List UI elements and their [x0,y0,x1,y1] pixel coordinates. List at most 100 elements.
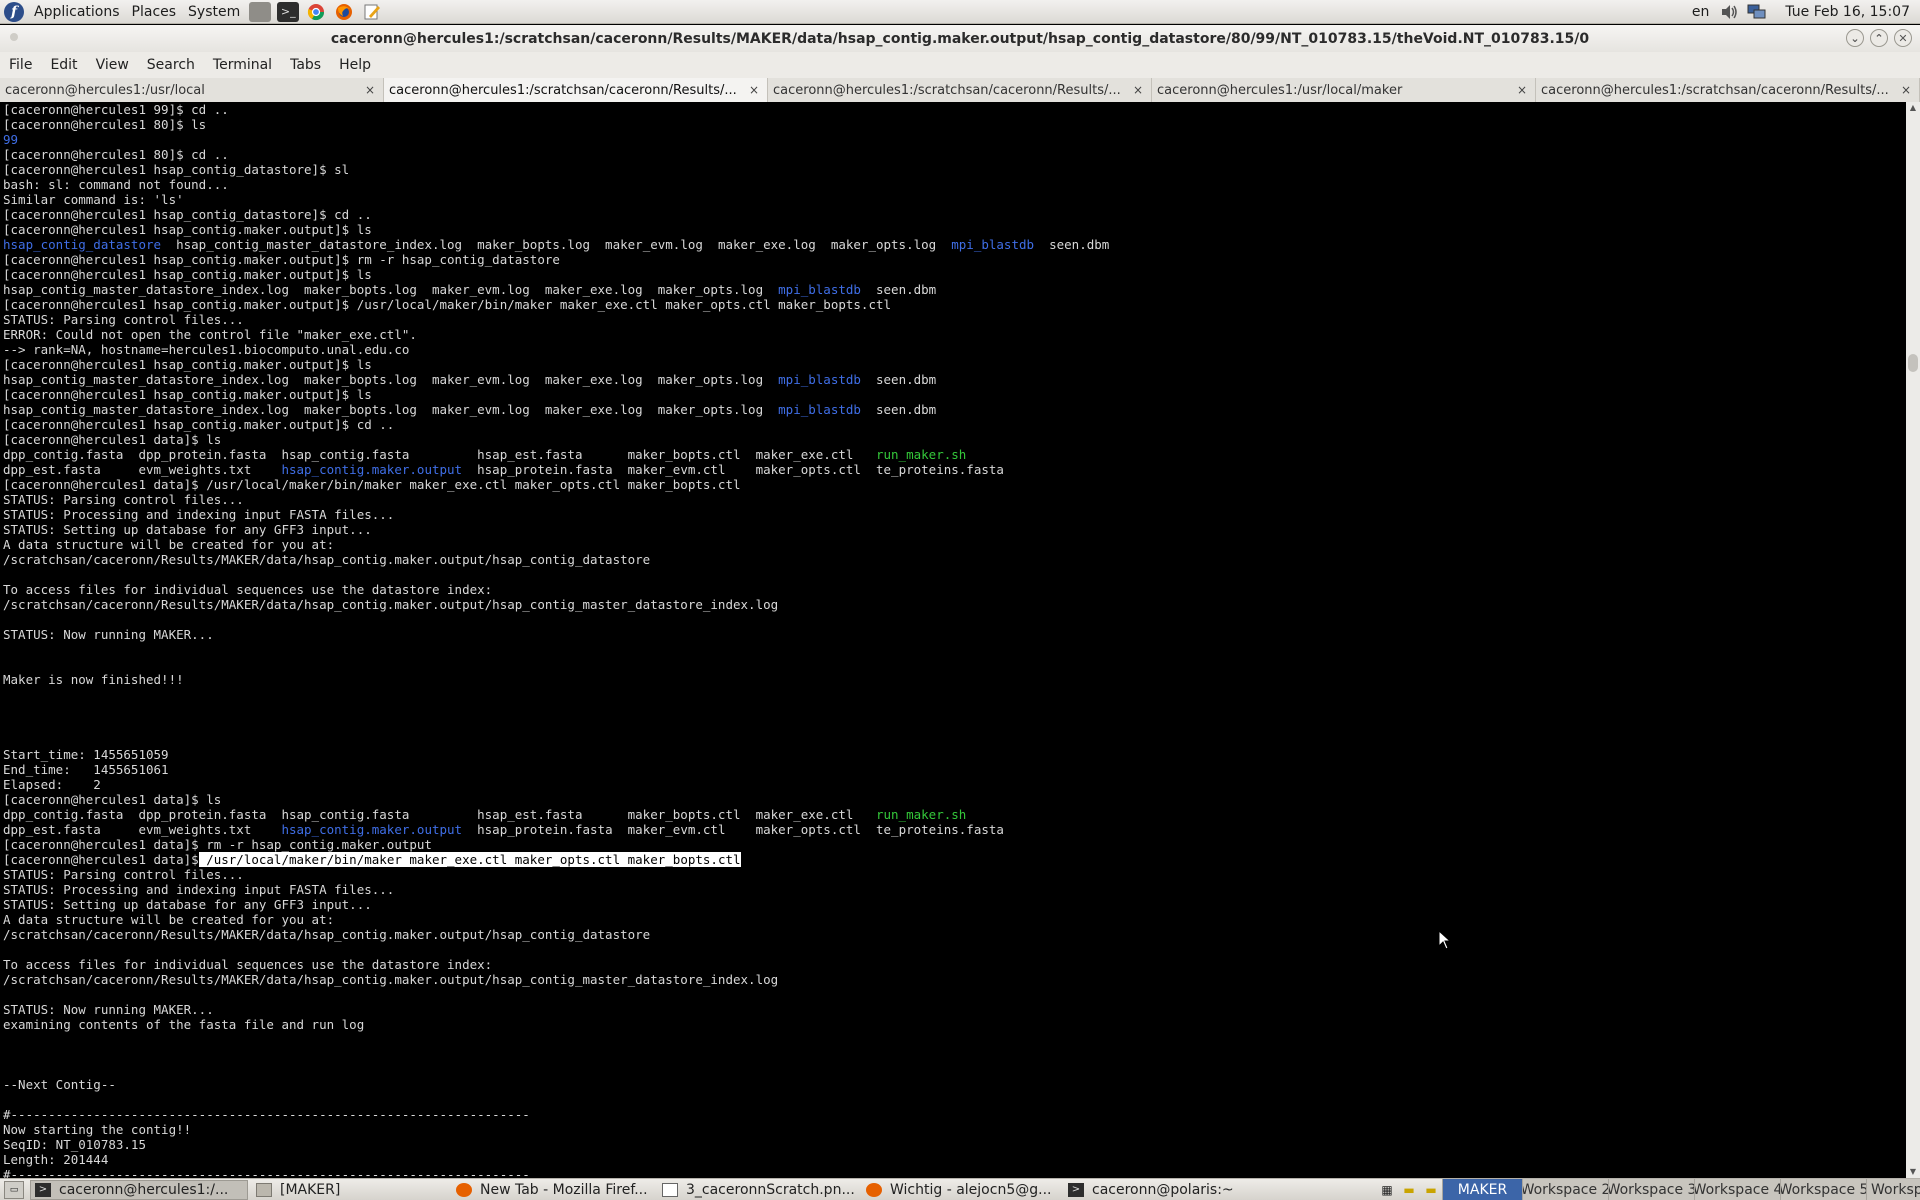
tab-close-icon[interactable]: × [1899,83,1913,97]
terminal-line: /scratchsan/caceronn/Results/MAKER/data/… [3,552,1109,567]
terminal-text: examining contents of the fasta file and… [3,1017,365,1032]
terminal-text: STATUS: Processing and indexing input FA… [3,507,395,522]
terminal-text: SeqID: NT_010783.15 [3,1137,146,1152]
workspace-4[interactable]: Workspace 4 [1694,1178,1780,1200]
taskbar-item-firefox-newtab[interactable]: New Tab - Mozilla Firef... [452,1180,654,1200]
notes-icon[interactable]: ▬ [1398,1181,1420,1199]
folder-icon [256,1182,272,1197]
terminal-tab-3[interactable]: caceronn@hercules1:/scratchsan/caceronn/… [768,78,1152,102]
network-icon[interactable] [1746,3,1768,21]
menu-edit[interactable]: Edit [41,57,86,73]
terminal-line: Length: 201444 [3,1152,1109,1167]
volume-icon[interactable] [1718,3,1740,21]
task-label: [MAKER] [280,1181,341,1198]
workspace-3[interactable]: Workspace 3 [1608,1178,1694,1200]
terminal-text: hsap_contig_master_datastore_index.log m… [3,282,779,297]
taskbar-item-terminal-hercules[interactable]: > caceronn@hercules1:/... [30,1179,248,1200]
tab-label: caceronn@hercules1:/scratchsan/caceronn/… [389,82,737,98]
terminal-text: [caceronn@hercules1 hsap_contig.maker.ou… [3,222,372,237]
chrome-launcher-icon[interactable] [305,2,327,22]
terminal-tab-4[interactable]: caceronn@hercules1:/usr/local/maker × [1152,78,1536,102]
menu-tabs[interactable]: Tabs [281,57,330,73]
terminal-text: Now starting the contig!! [3,1122,192,1137]
terminal-line: #---------------------------------------… [3,1107,1109,1122]
notes-icon[interactable]: ▬ [1420,1181,1442,1199]
file-manager-launcher-icon[interactable] [249,1,272,22]
places-menu[interactable]: Places [126,0,183,24]
scroll-track[interactable] [1906,114,1920,1166]
workspace-1[interactable]: MAKER [1442,1178,1522,1200]
terminal-text: Maker is now finished!!! [3,672,184,687]
menu-help[interactable]: Help [330,57,380,73]
clock[interactable]: Tue Feb 16, 15:07 [1771,4,1920,20]
window-titlebar[interactable]: caceronn@hercules1:/scratchsan/caceronn/… [0,25,1920,52]
workspace-5[interactable]: Workspace 5 [1780,1178,1866,1200]
show-desktop-button[interactable]: ▭ [4,1180,24,1199]
terminal-output[interactable]: [caceronn@hercules1 99]$ cd .. [caceronn@… [0,102,1906,1178]
applications-menu[interactable]: Applications [28,0,126,24]
terminal-text: seen.dbm [860,402,937,417]
terminal-text: hsap_protein.fasta maker_evm.ctl maker_o… [462,462,1004,477]
terminal-tab-2[interactable]: caceronn@hercules1:/scratchsan/caceronn/… [384,78,768,102]
applet-icon[interactable]: ▦ [1376,1181,1398,1199]
taskbar-item-image-viewer[interactable]: 3_caceronnScratch.pn... [658,1180,858,1200]
terminal-line: 99 [3,132,1109,147]
terminal-text: STATUS: Now running MAKER... [3,1002,214,1017]
terminal-text: [caceronn@hercules1 80]$ cd .. [3,147,229,162]
scroll-down-icon[interactable]: ▼ [1906,1166,1920,1178]
terminal-line: [caceronn@hercules1 80]$ cd .. [3,147,1109,162]
system-menu[interactable]: System [182,0,246,24]
taskbar-item-maker-folder[interactable]: [MAKER] [252,1180,448,1200]
terminal-tab-5[interactable]: caceronn@hercules1:/scratchsan/caceronn/… [1536,78,1920,102]
gnome-foot-icon[interactable]: f [4,1,24,22]
terminal-line: [caceronn@hercules1 data]$ /usr/local/ma… [3,852,1109,867]
terminal-text: dpp_contig.fasta dpp_protein.fasta hsap_… [3,447,876,462]
terminal-tab-1[interactable]: caceronn@hercules1:/usr/local × [0,78,384,102]
workspace-2[interactable]: Workspace 2 [1522,1178,1608,1200]
directory-name: mpi_blastdb [951,237,1035,252]
close-button[interactable]: ✕ [1894,29,1912,47]
terminal-text: seen.dbm [860,372,937,387]
terminal-text: STATUS: Now running MAKER... [3,627,214,642]
workspace-6[interactable]: Workspace 6 [1866,1178,1920,1200]
terminal-text: #---------------------------------------… [3,1107,530,1122]
selected-text: /usr/local/maker/bin/maker maker_exe.ctl… [198,852,741,867]
firefox-icon [866,1182,882,1197]
taskbar-item-terminal-polaris[interactable]: > caceronn@polaris:~ [1064,1180,1264,1200]
terminal-text: /scratchsan/caceronn/Results/MAKER/data/… [3,972,779,987]
minimize-button[interactable]: ⌄ [1846,29,1864,47]
terminal-text: End_time: 1455651061 [3,762,169,777]
menu-search[interactable]: Search [138,57,204,73]
terminal-launcher-icon[interactable]: >_ [277,1,300,22]
tab-close-icon[interactable]: × [747,83,761,97]
scroll-thumb[interactable] [1908,354,1918,372]
tab-close-icon[interactable]: × [1515,83,1529,97]
menu-file[interactable]: File [0,57,41,73]
executable-name: run_maker.sh [875,447,967,462]
tab-close-icon[interactable]: × [363,83,377,97]
tab-close-icon[interactable]: × [1131,83,1145,97]
keyboard-layout-indicator[interactable]: en [1686,4,1716,20]
taskbar-item-firefox-mail[interactable]: Wichtig - alejocn5@g... [862,1180,1060,1200]
terminal-icon: > [35,1182,51,1197]
terminal-text: /scratchsan/caceronn/Results/MAKER/data/… [3,552,651,567]
terminal-scrollbar[interactable]: ▲ ▼ [1906,102,1920,1178]
terminal-text: /scratchsan/caceronn/Results/MAKER/data/… [3,597,779,612]
terminal-text: dpp_est.fasta evm_weights.txt [3,462,282,477]
firefox-launcher-icon[interactable] [333,2,355,22]
text-editor-launcher-icon[interactable] [361,2,383,22]
menu-terminal[interactable]: Terminal [204,57,281,73]
scroll-up-icon[interactable]: ▲ [1906,102,1920,114]
terminal-text: bash: sl: command not found... [3,177,229,192]
window-menu-icon[interactable] [10,33,18,41]
maximize-button[interactable]: ⌃ [1870,29,1888,47]
menu-view[interactable]: View [87,57,138,73]
terminal-text: hsap_contig_master_datastore_index.log m… [161,237,952,252]
terminal-line: [caceronn@hercules1 data]$ ls [3,792,1109,807]
